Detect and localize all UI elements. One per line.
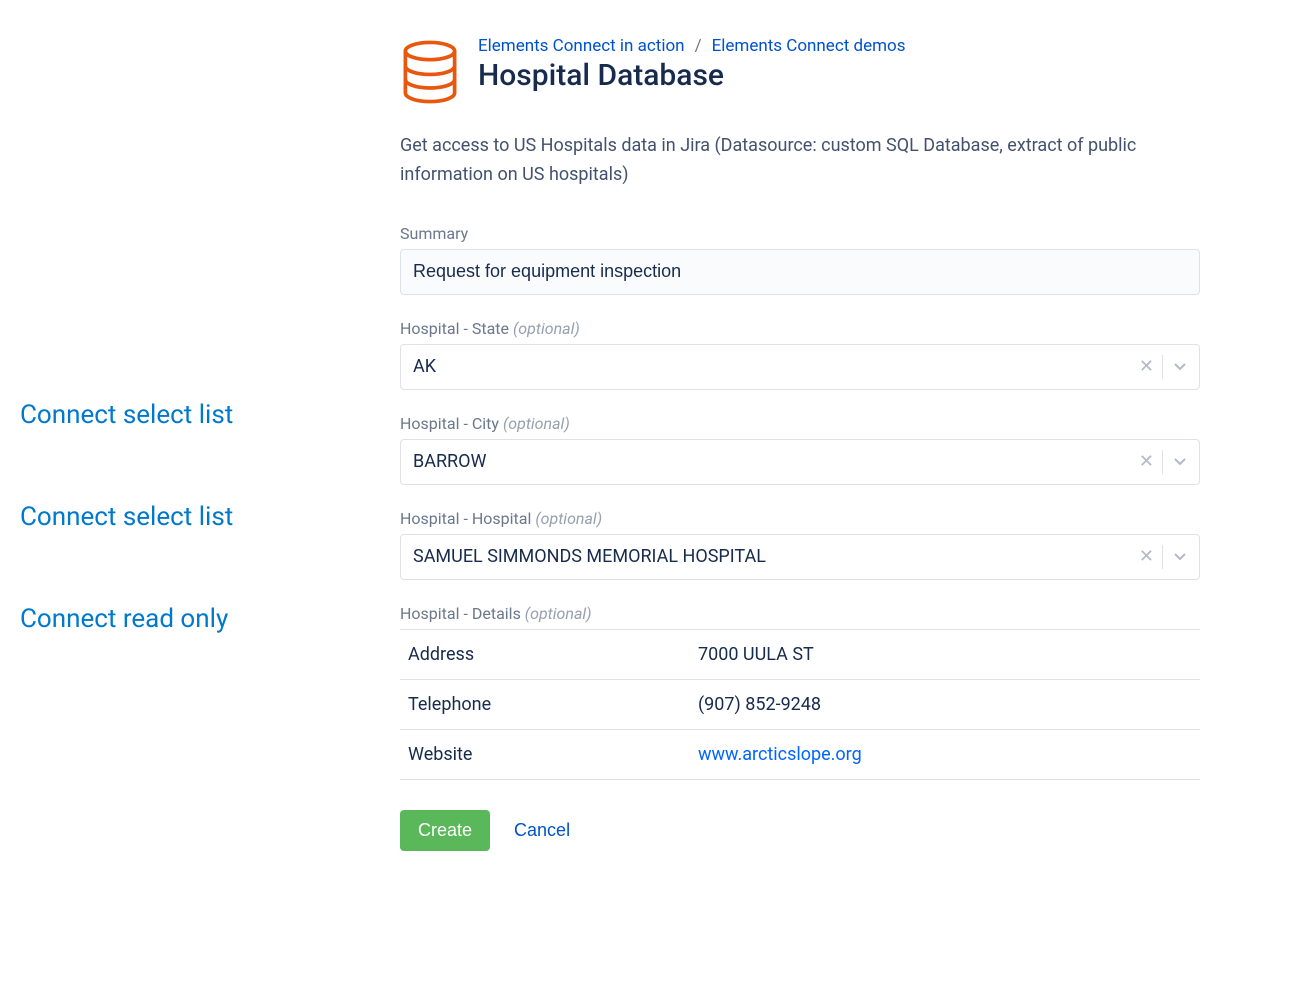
clear-icon[interactable]: ✕ <box>1131 358 1162 376</box>
cancel-button[interactable]: Cancel <box>514 820 570 841</box>
details-row: Website www.arcticslope.org <box>400 730 1200 780</box>
annotation-hospital: Connect read only <box>20 604 380 634</box>
details-website-link[interactable]: www.arcticslope.org <box>698 744 862 765</box>
details-row: Telephone (907) 852-9248 <box>400 680 1200 730</box>
chevron-down-icon[interactable] <box>1163 550 1199 564</box>
chevron-down-icon[interactable] <box>1163 455 1199 469</box>
breadcrumb-item-0[interactable]: Elements Connect in action <box>478 36 685 56</box>
hospital-select[interactable]: SAMUEL SIMMONDS MEMORIAL HOSPITAL ✕ <box>400 534 1200 580</box>
details-value: (907) 852-9248 <box>698 694 821 715</box>
create-button[interactable]: Create <box>400 810 490 851</box>
database-icon <box>400 40 460 104</box>
details-key: Telephone <box>408 694 698 715</box>
chevron-down-icon[interactable] <box>1163 360 1199 374</box>
details-key: Address <box>408 644 698 665</box>
page-title: Hospital Database <box>478 58 905 93</box>
breadcrumb-item-1[interactable]: Elements Connect demos <box>712 36 906 56</box>
city-label: Hospital - City (optional) <box>400 414 1200 433</box>
details-table: Address 7000 UULA ST Telephone (907) 852… <box>400 629 1200 780</box>
page-description: Get access to US Hospitals data in Jira … <box>400 132 1200 190</box>
city-select[interactable]: BARROW ✕ <box>400 439 1200 485</box>
details-key: Website <box>408 744 698 765</box>
breadcrumb-sep: / <box>695 36 702 56</box>
details-value: www.arcticslope.org <box>698 744 862 765</box>
clear-icon[interactable]: ✕ <box>1131 548 1162 566</box>
details-row: Address 7000 UULA ST <box>400 629 1200 680</box>
state-label: Hospital - State (optional) <box>400 319 1200 338</box>
breadcrumb: Elements Connect in action / Elements Co… <box>478 36 905 56</box>
hospital-label: Hospital - Hospital (optional) <box>400 509 1200 528</box>
state-select[interactable]: AK ✕ <box>400 344 1200 390</box>
annotation-city: Connect select list <box>20 502 380 532</box>
state-value: AK <box>413 356 1131 377</box>
hospital-value: SAMUEL SIMMONDS MEMORIAL HOSPITAL <box>413 546 1131 567</box>
details-label: Hospital - Details (optional) <box>400 604 1200 623</box>
annotation-state: Connect select list <box>20 400 380 430</box>
clear-icon[interactable]: ✕ <box>1131 453 1162 471</box>
summary-label: Summary <box>400 224 1200 243</box>
summary-input[interactable] <box>400 249 1200 295</box>
details-value: 7000 UULA ST <box>698 644 814 665</box>
city-value: BARROW <box>413 451 1131 472</box>
